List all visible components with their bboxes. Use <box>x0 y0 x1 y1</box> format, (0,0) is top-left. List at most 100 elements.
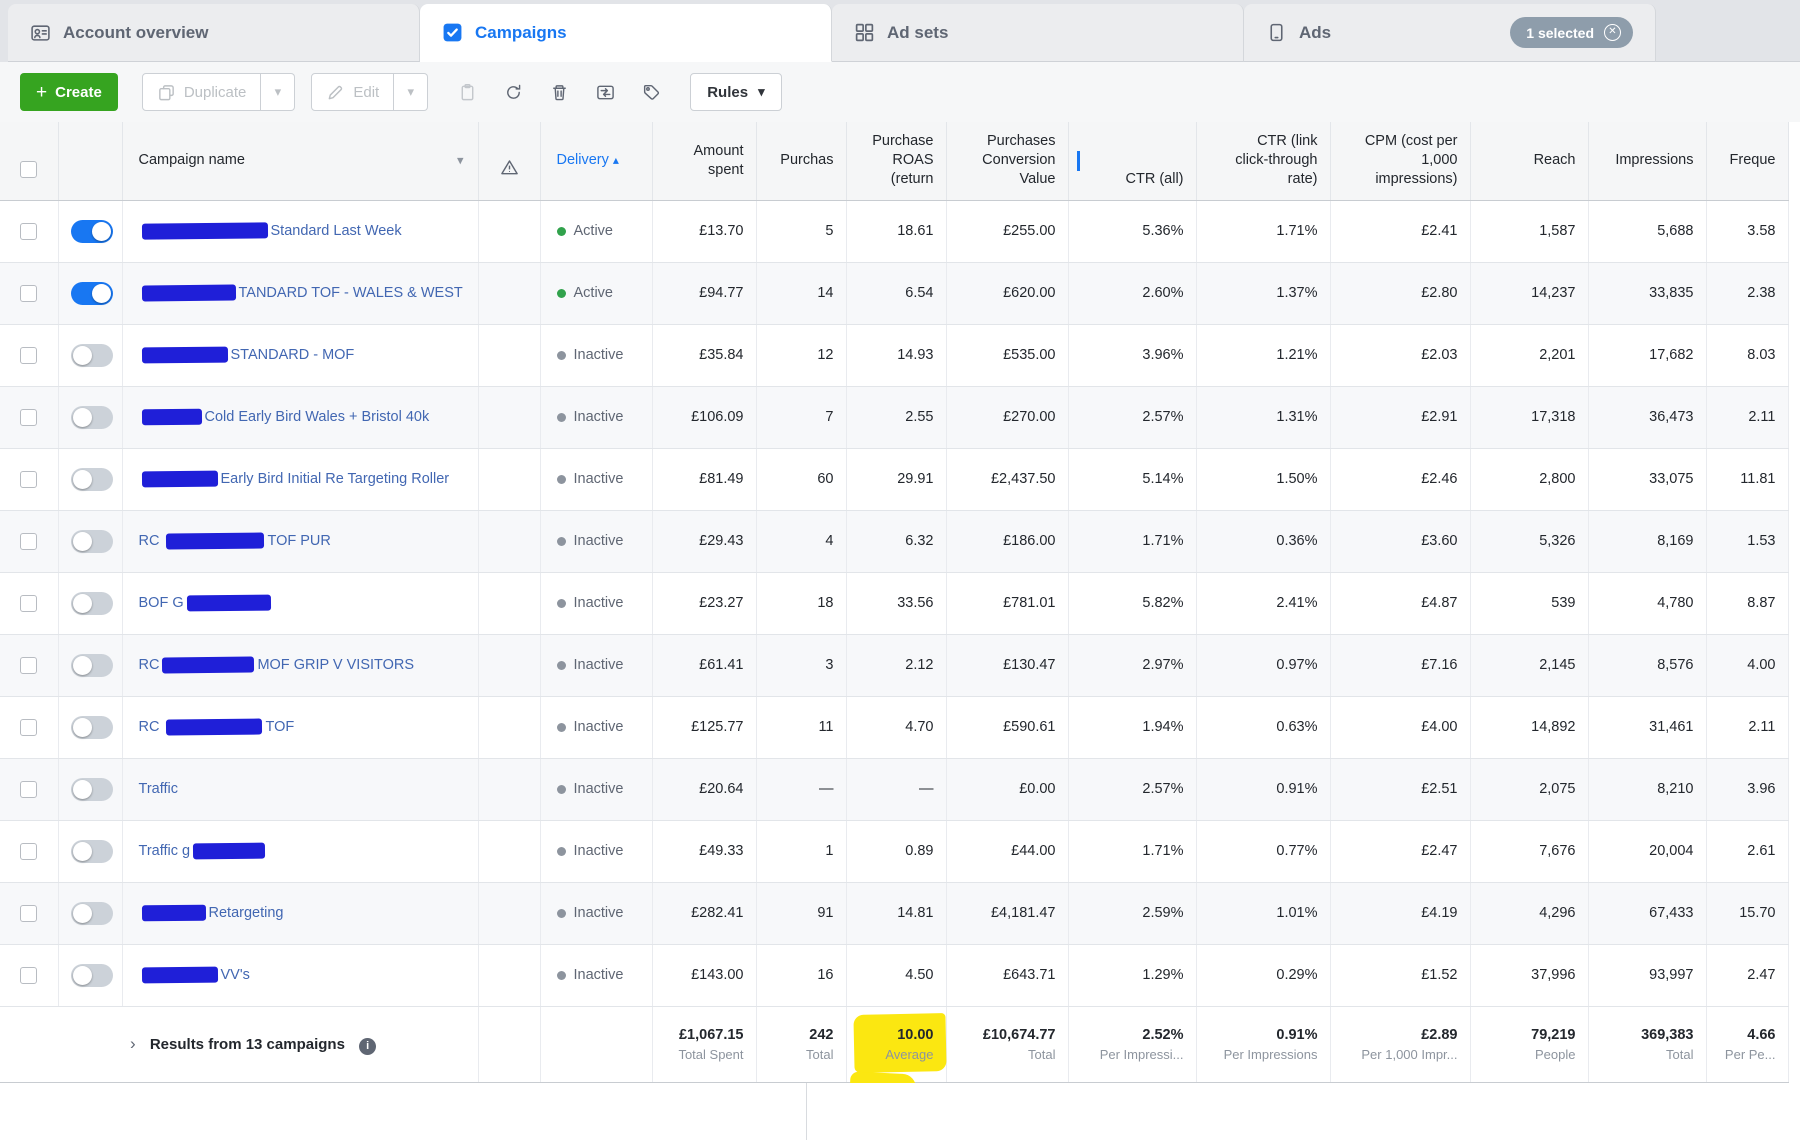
ab-test-icon-button[interactable] <box>582 73 628 111</box>
campaign-toggle[interactable] <box>71 716 113 739</box>
rules-button[interactable]: Rules ▾ <box>690 73 781 111</box>
refresh-icon-button[interactable] <box>490 73 536 111</box>
row-checkbox[interactable] <box>20 905 37 922</box>
clear-selection-icon[interactable]: ✕ <box>1604 24 1621 41</box>
campaign-toggle[interactable] <box>71 592 113 615</box>
campaign-name-link[interactable]: Traffic g <box>139 843 269 859</box>
tag-icon-button[interactable] <box>628 73 674 111</box>
redaction-scribble <box>141 409 201 426</box>
campaign-name-link[interactable]: RC TOF <box>139 719 295 735</box>
redaction-scribble <box>162 657 254 674</box>
amount-spent-header[interactable]: Amount spent <box>652 122 756 200</box>
row-checkbox[interactable] <box>20 967 37 984</box>
selected-count-badge[interactable]: 1 selected ✕ <box>1510 17 1633 48</box>
footer-total-spent: £1,067.15 Total Spent <box>652 1006 756 1082</box>
campaign-name-link[interactable]: Retargeting <box>139 905 284 921</box>
level-tab-bar: Account overview Campaigns Ad sets Ads 1… <box>0 0 1800 62</box>
campaign-toggle[interactable] <box>71 220 113 243</box>
toggle-knob <box>73 532 92 551</box>
row-checkbox[interactable] <box>20 285 37 302</box>
cpm-header[interactable]: CPM (cost per 1,000 impressions) <box>1330 122 1470 200</box>
tab-ads[interactable]: Ads 1 selected ✕ <box>1244 4 1656 62</box>
delivery-status-text: Active <box>574 223 614 239</box>
cell-spent: £29.43 <box>652 510 756 572</box>
campaign-name-text: VV's <box>221 967 250 983</box>
ctr-link-header[interactable]: CTR (link click-through rate) <box>1196 122 1330 200</box>
cell-value: £44.00 <box>946 820 1068 882</box>
campaign-toggle[interactable] <box>71 530 113 553</box>
cell-cpm: £1.52 <box>1330 944 1470 1006</box>
campaign-name-link[interactable]: RCMOF GRIP V VISITORS <box>139 657 415 673</box>
campaign-name-link[interactable]: Early Bird Initial Re Targeting Roller <box>139 471 450 487</box>
campaign-name-link[interactable]: Cold Early Bird Wales + Bristol 40k <box>139 409 430 425</box>
campaign-toggle[interactable] <box>71 468 113 491</box>
tab-label: Campaigns <box>475 23 567 43</box>
campaign-name-header[interactable]: Campaign name ▾ <box>122 122 478 200</box>
edit-button[interactable]: Edit <box>311 73 394 111</box>
edit-dropdown-button[interactable]: ▾ <box>394 73 428 111</box>
row-checkbox[interactable] <box>20 347 37 364</box>
footer-reach: 79,219 People <box>1470 1006 1588 1082</box>
campaign-name-text: Traffic <box>139 781 178 797</box>
ctr-all-header[interactable]: CTR (all) <box>1068 122 1196 200</box>
issues-column-header[interactable] <box>478 122 540 200</box>
duplicate-button[interactable]: Duplicate <box>142 73 262 111</box>
purchases-header[interactable]: Purchas <box>756 122 846 200</box>
row-checkbox[interactable] <box>20 471 37 488</box>
purchase-roas-header[interactable]: Purchase ROAS (return <box>846 122 946 200</box>
row-checkbox[interactable] <box>20 223 37 240</box>
campaign-toggle[interactable] <box>71 344 113 367</box>
campaign-name-text: Cold Early Bird Wales + Bristol 40k <box>205 409 430 425</box>
campaign-name-link[interactable]: TANDARD TOF - WALES & WEST <box>139 285 463 301</box>
cell-impressions: 8,169 <box>1588 510 1706 572</box>
campaign-toggle[interactable] <box>71 406 113 429</box>
duplicate-dropdown-button[interactable]: ▾ <box>261 73 295 111</box>
tab-campaigns[interactable]: Campaigns <box>420 4 832 62</box>
conversion-value-header[interactable]: Purchases Conversion Value <box>946 122 1068 200</box>
campaign-name-link[interactable]: BOF G <box>139 595 274 611</box>
row-checkbox[interactable] <box>20 719 37 736</box>
create-button[interactable]: + Create <box>20 73 118 111</box>
campaign-toggle[interactable] <box>71 654 113 677</box>
cell-cpm: £4.19 <box>1330 882 1470 944</box>
delivery-header[interactable]: Delivery ▴ <box>540 122 652 200</box>
row-checkbox[interactable] <box>20 533 37 550</box>
chevron-right-icon[interactable]: › <box>130 1034 136 1053</box>
campaign-name-link[interactable]: Traffic <box>139 781 178 797</box>
tab-label: Account overview <box>63 23 209 43</box>
cell-ctr_link: 1.50% <box>1196 448 1330 510</box>
campaign-toggle[interactable] <box>71 840 113 863</box>
campaign-name-link[interactable]: Standard Last Week <box>139 223 402 239</box>
clipboard-icon-button[interactable] <box>444 73 490 111</box>
campaign-toggle[interactable] <box>71 902 113 925</box>
tab-ad-sets[interactable]: Ad sets <box>832 4 1244 62</box>
campaign-name-text: TOF PUR <box>267 533 330 549</box>
campaign-toggle[interactable] <box>71 282 113 305</box>
row-checkbox[interactable] <box>20 409 37 426</box>
tab-account-overview[interactable]: Account overview <box>8 4 420 62</box>
select-all-cell <box>0 122 58 200</box>
caret-down-icon[interactable]: ▾ <box>457 152 464 169</box>
row-checkbox[interactable] <box>20 843 37 860</box>
row-checkbox[interactable] <box>20 595 37 612</box>
row-checkbox[interactable] <box>20 781 37 798</box>
row-checkbox[interactable] <box>20 657 37 674</box>
select-all-checkbox[interactable] <box>20 161 37 178</box>
results-summary-cell[interactable]: › Results from 13 campaigns i <box>0 1006 478 1082</box>
campaign-toggle[interactable] <box>71 778 113 801</box>
campaign-name-link[interactable]: RC TOF PUR <box>139 533 331 549</box>
cell-freq: 11.81 <box>1706 448 1788 510</box>
campaign-name-link[interactable]: VV's <box>139 967 250 983</box>
frequency-header[interactable]: Freque <box>1706 122 1788 200</box>
cell-reach: 2,800 <box>1470 448 1588 510</box>
impressions-header[interactable]: Impressions <box>1588 122 1706 200</box>
toggle-knob <box>73 966 92 985</box>
delete-icon-button[interactable] <box>536 73 582 111</box>
info-icon[interactable]: i <box>359 1038 376 1055</box>
campaign-toggle[interactable] <box>71 964 113 987</box>
cell-reach: 37,996 <box>1470 944 1588 1006</box>
reach-header[interactable]: Reach <box>1470 122 1588 200</box>
cell-reach: 7,676 <box>1470 820 1588 882</box>
cell-value: £0.00 <box>946 758 1068 820</box>
campaign-name-link[interactable]: STANDARD - MOF <box>139 347 355 363</box>
